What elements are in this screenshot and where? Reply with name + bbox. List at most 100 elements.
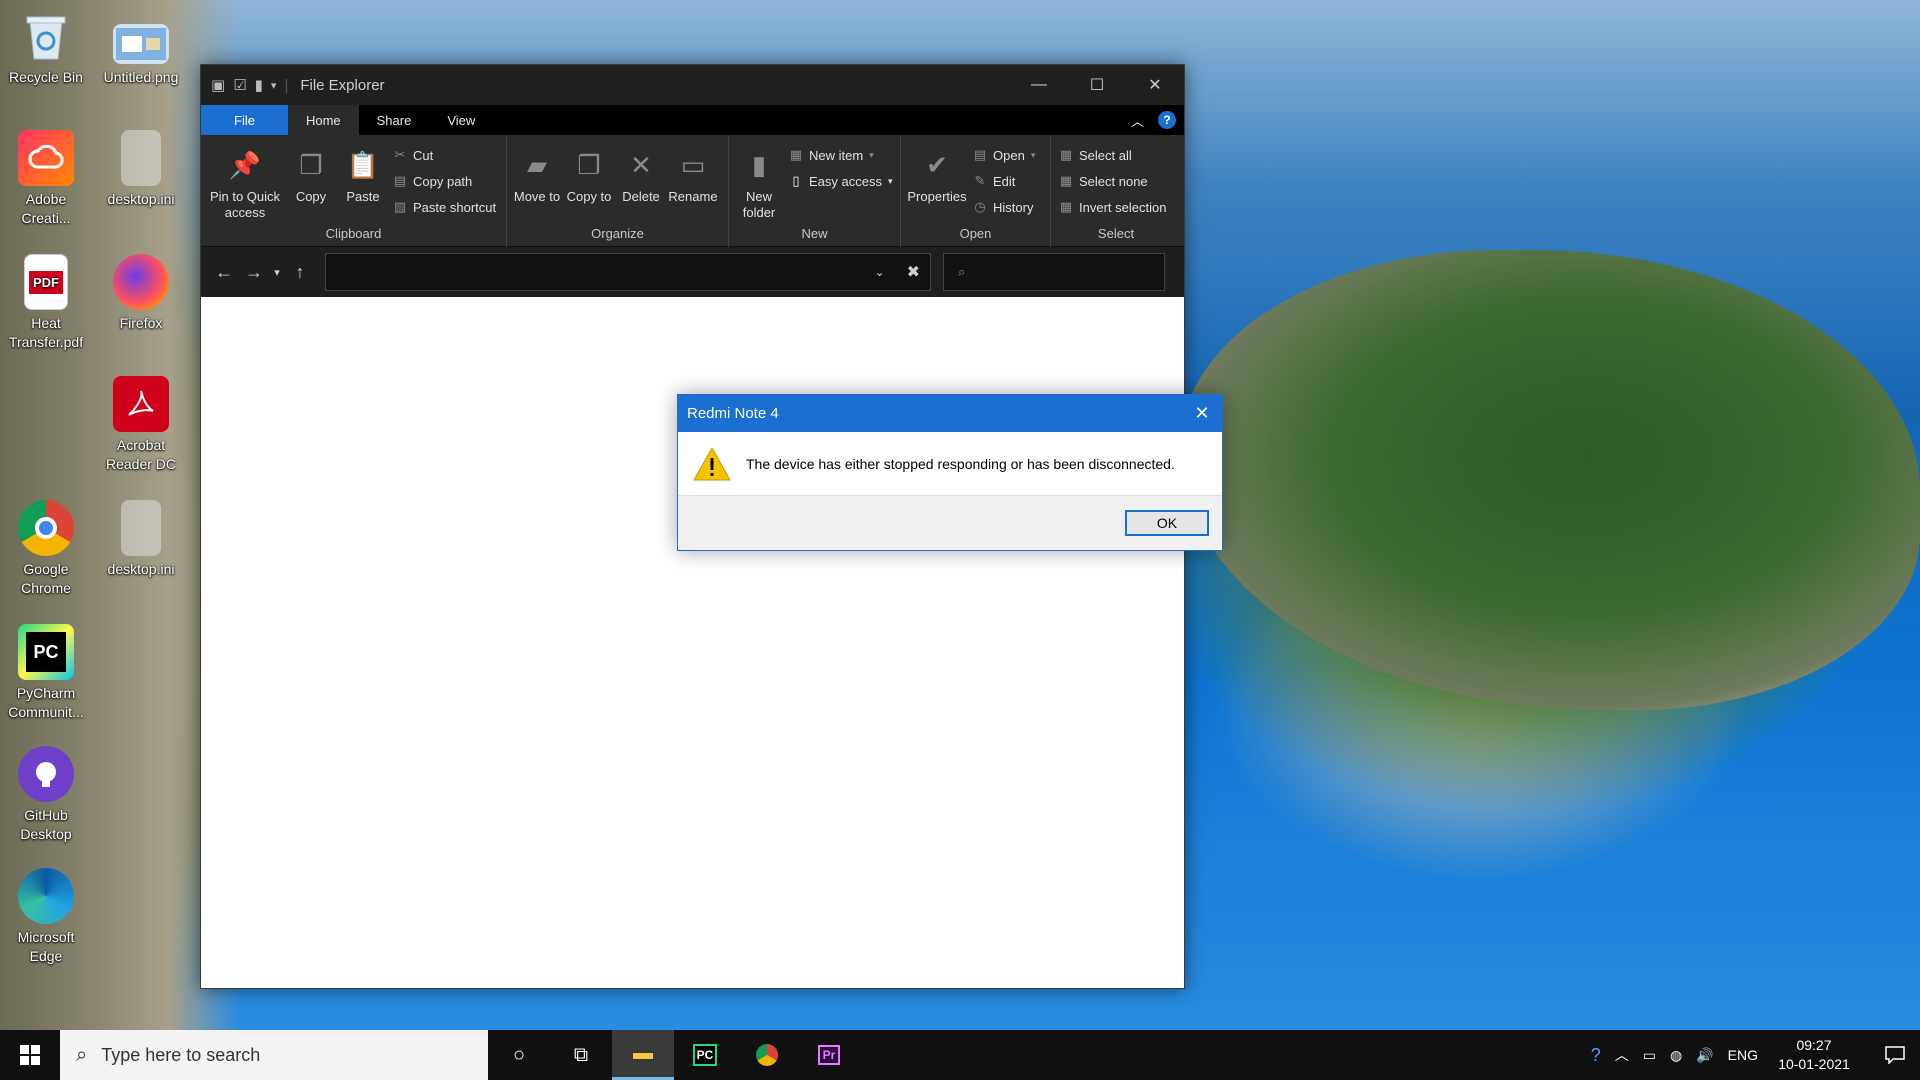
easy-access-button[interactable]: ▯ Easy access ▾ bbox=[789, 171, 893, 191]
collapse-ribbon-icon[interactable]: ︿ bbox=[1131, 111, 1144, 130]
desktop-icon-google-chrome[interactable]: Google Chrome bbox=[0, 500, 92, 598]
back-arrow-icon[interactable]: ← bbox=[209, 262, 239, 283]
recent-locations-chevron-icon[interactable]: ▾ bbox=[269, 266, 285, 279]
pdf-file-icon: PDF bbox=[24, 254, 68, 310]
move-to-icon: ▰ bbox=[527, 150, 547, 180]
new-item-button[interactable]: ▦ New item ▾ bbox=[789, 145, 893, 165]
firefox-icon bbox=[113, 254, 169, 310]
desktop-icon-untitled-png[interactable]: Untitled.png bbox=[95, 8, 187, 87]
tab-home[interactable]: Home bbox=[287, 105, 359, 135]
history-button[interactable]: ◷ History bbox=[973, 197, 1035, 217]
group-label-clipboard: Clipboard bbox=[325, 226, 382, 241]
up-arrow-icon[interactable]: ↑ bbox=[285, 262, 315, 283]
premiere-taskbar-icon[interactable]: Pr bbox=[798, 1030, 860, 1080]
desktop-icon-desktop-ini[interactable]: desktop.ini bbox=[95, 130, 187, 209]
help-notification-icon[interactable]: ? bbox=[1591, 1045, 1601, 1066]
clock-time: 09:27 bbox=[1796, 1037, 1832, 1053]
close-icon[interactable]: ✕ bbox=[1126, 65, 1184, 105]
edit-button[interactable]: ✎ Edit bbox=[973, 171, 1035, 191]
group-label-new: New bbox=[801, 226, 828, 241]
customize-toolbar-chevron-icon[interactable]: ▾ bbox=[271, 79, 277, 92]
taskbar-search-box[interactable]: ⌕ Type here to search bbox=[60, 1030, 488, 1080]
notification-center-icon[interactable] bbox=[1870, 1030, 1920, 1080]
new-folder-quick-icon[interactable]: ▮ bbox=[255, 76, 263, 94]
desktop-icon-label: Untitled.png bbox=[103, 69, 179, 85]
volume-icon[interactable]: 🔊 bbox=[1696, 1047, 1713, 1064]
tab-share[interactable]: Share bbox=[359, 105, 430, 135]
ribbon-tabs: File Home Share View ︿ ? bbox=[201, 105, 1184, 135]
tab-file[interactable]: File bbox=[201, 105, 288, 135]
dialog-title: Redmi Note 4 bbox=[687, 405, 779, 422]
title-bar: ▣ ☑ ▮ ▾ | File Explorer — ☐ ✕ bbox=[201, 65, 1184, 105]
desktop-icon-heat-transfer-pdf[interactable]: PDF Heat Transfer.pdf bbox=[0, 254, 92, 352]
ribbon-group-new: ▮ New folder ▦ New item ▾ ▯ Easy access ▾ Ne… bbox=[729, 135, 901, 247]
adobe-creative-cloud-icon bbox=[18, 130, 74, 186]
cut-button[interactable]: ✂ Cut bbox=[393, 145, 496, 165]
error-dialog: Redmi Note 4 ✕ The device has either sto… bbox=[677, 394, 1223, 551]
desktop-icon-pycharm[interactable]: PC PyCharm Communit... bbox=[0, 624, 92, 722]
desktop-icon-adobe-creative[interactable]: Adobe Creati... bbox=[0, 130, 92, 228]
forward-arrow-icon[interactable]: → bbox=[239, 262, 269, 283]
task-view-icon[interactable]: ⧉ bbox=[550, 1030, 612, 1080]
desktop-icon-microsoft-edge[interactable]: Microsoft Edge bbox=[0, 868, 92, 966]
language-indicator[interactable]: ENG bbox=[1728, 1047, 1758, 1063]
edit-label: Edit bbox=[993, 173, 1016, 189]
desktop-icon-label: desktop.ini bbox=[107, 191, 175, 207]
chevron-down-icon: ▾ bbox=[869, 149, 874, 160]
network-globe-icon[interactable]: ◍ bbox=[1670, 1047, 1682, 1064]
select-none-button[interactable]: ▦ Select none bbox=[1059, 171, 1166, 191]
desktop-icon-recycle-bin[interactable]: Recycle Bin bbox=[0, 8, 92, 87]
copy-to-label: Copy to bbox=[566, 189, 612, 204]
address-bar[interactable]: ⌄ ✖ bbox=[325, 253, 931, 291]
desktop-icon-github-desktop[interactable]: GitHub Desktop bbox=[0, 746, 92, 844]
chevron-down-icon: ▾ bbox=[887, 175, 893, 186]
search-box[interactable]: ⌕ bbox=[943, 253, 1165, 291]
clock[interactable]: 09:27 10-01-2021 bbox=[1772, 1036, 1856, 1074]
battery-icon[interactable]: ▭ bbox=[1643, 1047, 1656, 1064]
cortana-icon[interactable]: ○ bbox=[488, 1030, 550, 1080]
select-all-button[interactable]: ▦ Select all bbox=[1059, 145, 1166, 165]
folder-icon: ▬ bbox=[633, 1042, 653, 1064]
windows-logo-icon bbox=[20, 1045, 40, 1065]
start-button[interactable] bbox=[0, 1030, 60, 1080]
chrome-taskbar-icon[interactable] bbox=[736, 1030, 798, 1080]
pycharm-taskbar-icon[interactable]: PC bbox=[674, 1030, 736, 1080]
ribbon-group-open: ✔ Properties ▤ Open ▾ ✎ Edit ◷ History Open bbox=[901, 135, 1051, 247]
search-icon: ⌕ bbox=[958, 264, 966, 279]
desktop-icon-label: Adobe Creati... bbox=[21, 191, 71, 226]
easy-access-label: Easy access bbox=[809, 173, 882, 189]
tab-view[interactable]: View bbox=[429, 105, 493, 135]
desktop-icon-label: Google Chrome bbox=[21, 561, 71, 596]
file-explorer-taskbar-icon[interactable]: ▬ bbox=[612, 1030, 674, 1080]
minimize-icon[interactable]: — bbox=[1010, 65, 1068, 105]
ribbon-group-clipboard: 📌 Pin to Quick access ❐ Copy 📋 Paste ✂ Cu… bbox=[201, 135, 507, 247]
pin-icon: 📌 bbox=[228, 150, 262, 180]
invert-selection-button[interactable]: ▦ Invert selection bbox=[1059, 197, 1167, 217]
open-button[interactable]: ▤ Open ▾ bbox=[973, 145, 1036, 165]
desktop-icon-desktop-ini-2[interactable]: desktop.ini bbox=[95, 500, 187, 579]
address-dropdown-chevron-icon[interactable]: ⌄ bbox=[875, 265, 885, 279]
dialog-close-icon[interactable]: ✕ bbox=[1182, 403, 1222, 424]
desktop-icon-firefox[interactable]: Firefox bbox=[95, 254, 187, 333]
show-hidden-icons-chevron-icon[interactable]: ︿ bbox=[1615, 1045, 1629, 1065]
ok-button[interactable]: OK bbox=[1125, 510, 1209, 536]
dialog-footer: OK bbox=[678, 495, 1222, 550]
maximize-icon[interactable]: ☐ bbox=[1068, 65, 1126, 105]
dialog-title-bar: Redmi Note 4 ✕ bbox=[678, 395, 1222, 432]
open-icon: ▤ bbox=[973, 147, 987, 162]
desktop-icon-label: Heat Transfer.pdf bbox=[8, 315, 84, 350]
edit-icon: ✎ bbox=[974, 173, 986, 188]
paste-shortcut-button[interactable]: ▧ Paste shortcut bbox=[393, 197, 496, 217]
window-controls: — ☐ ✕ bbox=[1010, 65, 1184, 105]
desktop-icon-label: Recycle Bin bbox=[9, 69, 83, 85]
invert-selection-label: Invert selection bbox=[1079, 199, 1167, 215]
copy-path-button[interactable]: ▤ Copy path bbox=[393, 171, 496, 191]
help-icon[interactable]: ? bbox=[1158, 111, 1176, 129]
refresh-error-icon[interactable]: ✖ bbox=[907, 262, 920, 282]
properties-quick-icon[interactable]: ☑ bbox=[233, 76, 246, 94]
new-folder-label: New folder bbox=[742, 189, 776, 220]
window-title: File Explorer bbox=[300, 76, 385, 94]
folder-icon: ▮ bbox=[751, 150, 767, 180]
desktop-icon-acrobat-reader[interactable]: Acrobat Reader DC bbox=[95, 376, 187, 474]
ribbon-group-select: ▦ Select all ▦ Select none ▦ Invert selecti… bbox=[1051, 135, 1181, 247]
